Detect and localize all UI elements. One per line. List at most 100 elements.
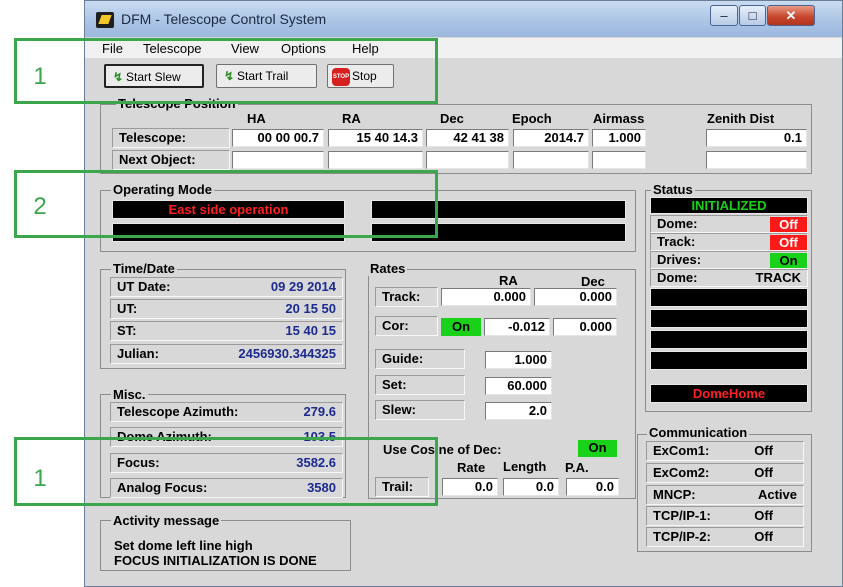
annotation-label-1: 1 bbox=[20, 58, 60, 96]
status-indicator-blank-3 bbox=[650, 330, 808, 349]
status-indicator-blank-1 bbox=[650, 288, 808, 307]
telescope-dec-field: 42 41 38 bbox=[426, 129, 509, 147]
julian-label: Julian: bbox=[117, 346, 159, 361]
status-label: Status bbox=[651, 182, 695, 197]
window-title: DFM - Telescope Control System bbox=[121, 11, 327, 27]
close-button[interactable]: ✕ bbox=[767, 5, 815, 26]
mncp-label: MNCP: bbox=[653, 487, 696, 502]
status-dome-label: Dome: bbox=[657, 216, 698, 231]
annotation-label-3: 1 bbox=[20, 460, 60, 498]
tcpip2-row: TCP/IP-2: Off bbox=[646, 527, 804, 547]
header-dec: Dec bbox=[440, 111, 464, 126]
dome-home-indicator: DomeHome bbox=[650, 384, 808, 403]
tcpip2-value: Off bbox=[754, 529, 773, 544]
st-label: ST: bbox=[117, 323, 137, 338]
tcpip1-row: TCP/IP-1: Off bbox=[646, 506, 804, 526]
next-dec-field[interactable] bbox=[426, 151, 509, 169]
communication-label: Communication bbox=[647, 425, 750, 440]
set-rate-field[interactable]: 60.000 bbox=[485, 377, 552, 395]
next-object-label-text: Next Object: bbox=[119, 152, 196, 167]
tcpip2-label: TCP/IP-2: bbox=[653, 529, 711, 544]
cor-ra-field[interactable]: -0.012 bbox=[484, 318, 550, 336]
cor-rate-label: Cor: bbox=[382, 318, 409, 333]
cor-on-toggle[interactable]: On bbox=[441, 318, 481, 336]
ut-row: UT: 20 15 50 bbox=[110, 299, 343, 319]
annotation-box-3 bbox=[14, 437, 438, 506]
dome-track-value: TRACK bbox=[755, 270, 802, 285]
st-value: 15 40 15 bbox=[285, 323, 336, 338]
excom2-value: Off bbox=[754, 465, 773, 480]
status-dome-track-row: Dome: TRACK bbox=[650, 269, 808, 287]
tcpip1-label: TCP/IP-1: bbox=[653, 508, 711, 523]
set-rate-label: Set: bbox=[382, 377, 407, 392]
trail-length-field[interactable]: 0.0 bbox=[503, 478, 559, 496]
cor-rate-row: Cor: bbox=[375, 316, 438, 336]
cor-dec-field[interactable]: 0.000 bbox=[553, 318, 617, 336]
telescope-ha-field: 00 00 00.7 bbox=[232, 129, 324, 147]
cosine-dec-toggle[interactable]: On bbox=[578, 440, 617, 457]
misc-label: Misc. bbox=[111, 387, 148, 402]
next-epoch-field[interactable] bbox=[513, 151, 589, 169]
trail-pa-field[interactable]: 0.0 bbox=[566, 478, 619, 496]
telescope-azimuth-label: Telescope Azimuth: bbox=[117, 404, 239, 419]
status-track-label: Track: bbox=[657, 234, 696, 249]
rates-ra-header: RA bbox=[499, 273, 518, 288]
minimize-button[interactable]: – bbox=[710, 5, 738, 26]
status-state-indicator: INITIALIZED bbox=[650, 197, 808, 214]
guide-rate-label: Guide: bbox=[382, 351, 424, 366]
guide-rate-field[interactable]: 1.000 bbox=[485, 351, 552, 369]
status-dome2-label: Dome: bbox=[657, 270, 698, 285]
guide-rate-row: Guide: bbox=[375, 349, 465, 369]
annotation-box-1 bbox=[14, 38, 438, 104]
next-ra-field[interactable] bbox=[328, 151, 423, 169]
header-airmass: Airmass bbox=[593, 111, 645, 126]
ut-value: 20 15 50 bbox=[285, 301, 336, 316]
status-drives-label: Drives: bbox=[657, 252, 702, 267]
title-bar[interactable]: DFM - Telescope Control System – □ ✕ bbox=[85, 1, 842, 37]
trail-rate-header: Rate bbox=[457, 460, 486, 475]
mncp-value: Active bbox=[757, 487, 797, 502]
time-date-label: Time/Date bbox=[111, 261, 177, 276]
tcpip1-value: Off bbox=[754, 508, 773, 523]
track-ra-field[interactable]: 0.000 bbox=[441, 288, 531, 306]
header-ha: HA bbox=[247, 111, 266, 126]
rates-dec-header: Dec bbox=[581, 274, 605, 289]
track-rate-label: Track: bbox=[382, 289, 421, 304]
julian-value: 2456930.344325 bbox=[238, 346, 336, 361]
trail-length-header: Length bbox=[503, 459, 547, 474]
trail-pa-header: P.A. bbox=[565, 460, 589, 475]
slew-rate-field[interactable]: 2.0 bbox=[485, 402, 552, 420]
telescope-azimuth-row: Telescope Azimuth: 279.6 bbox=[110, 402, 343, 422]
activity-line-2: FOCUS INITIALIZATION IS DONE bbox=[114, 553, 317, 568]
rates-label: Rates bbox=[368, 261, 408, 276]
telescope-row-label: Telescope: bbox=[112, 128, 230, 148]
activity-message-label: Activity message bbox=[111, 513, 222, 528]
excom1-value: Off bbox=[754, 443, 773, 458]
status-indicator-blank-2 bbox=[650, 309, 808, 328]
track-dec-field[interactable]: 0.000 bbox=[534, 288, 617, 306]
next-zenith-field[interactable] bbox=[706, 151, 807, 169]
maximize-button[interactable]: □ bbox=[739, 5, 766, 26]
header-epoch: Epoch bbox=[512, 111, 552, 126]
drives-status-indicator: On bbox=[770, 253, 807, 268]
excom1-row: ExCom1: Off bbox=[646, 441, 804, 461]
activity-line-1: Set dome left line high bbox=[114, 538, 253, 553]
slew-rate-label: Slew: bbox=[382, 402, 416, 417]
slew-rate-row: Slew: bbox=[375, 400, 465, 420]
telescope-airmass-field: 1.000 bbox=[592, 129, 646, 147]
excom2-row: ExCom2: Off bbox=[646, 463, 804, 483]
mncp-row: MNCP: Active bbox=[646, 485, 804, 505]
annotation-box-2 bbox=[14, 170, 438, 238]
trail-rate-field[interactable]: 0.0 bbox=[442, 478, 498, 496]
telescope-epoch-field: 2014.7 bbox=[513, 129, 589, 147]
set-rate-row: Set: bbox=[375, 375, 465, 395]
track-status-indicator: Off bbox=[770, 235, 807, 250]
ut-date-value: 09 29 2014 bbox=[270, 279, 336, 294]
telescope-zenith-field: 0.1 bbox=[706, 129, 807, 147]
telescope-azimuth-value: 279.6 bbox=[303, 404, 336, 419]
next-ha-field[interactable] bbox=[232, 151, 324, 169]
st-row: ST: 15 40 15 bbox=[110, 321, 343, 341]
next-airmass-field[interactable] bbox=[592, 151, 646, 169]
ut-date-row: UT Date: 09 29 2014 bbox=[110, 277, 343, 297]
header-zenith-dist: Zenith Dist bbox=[707, 111, 775, 126]
